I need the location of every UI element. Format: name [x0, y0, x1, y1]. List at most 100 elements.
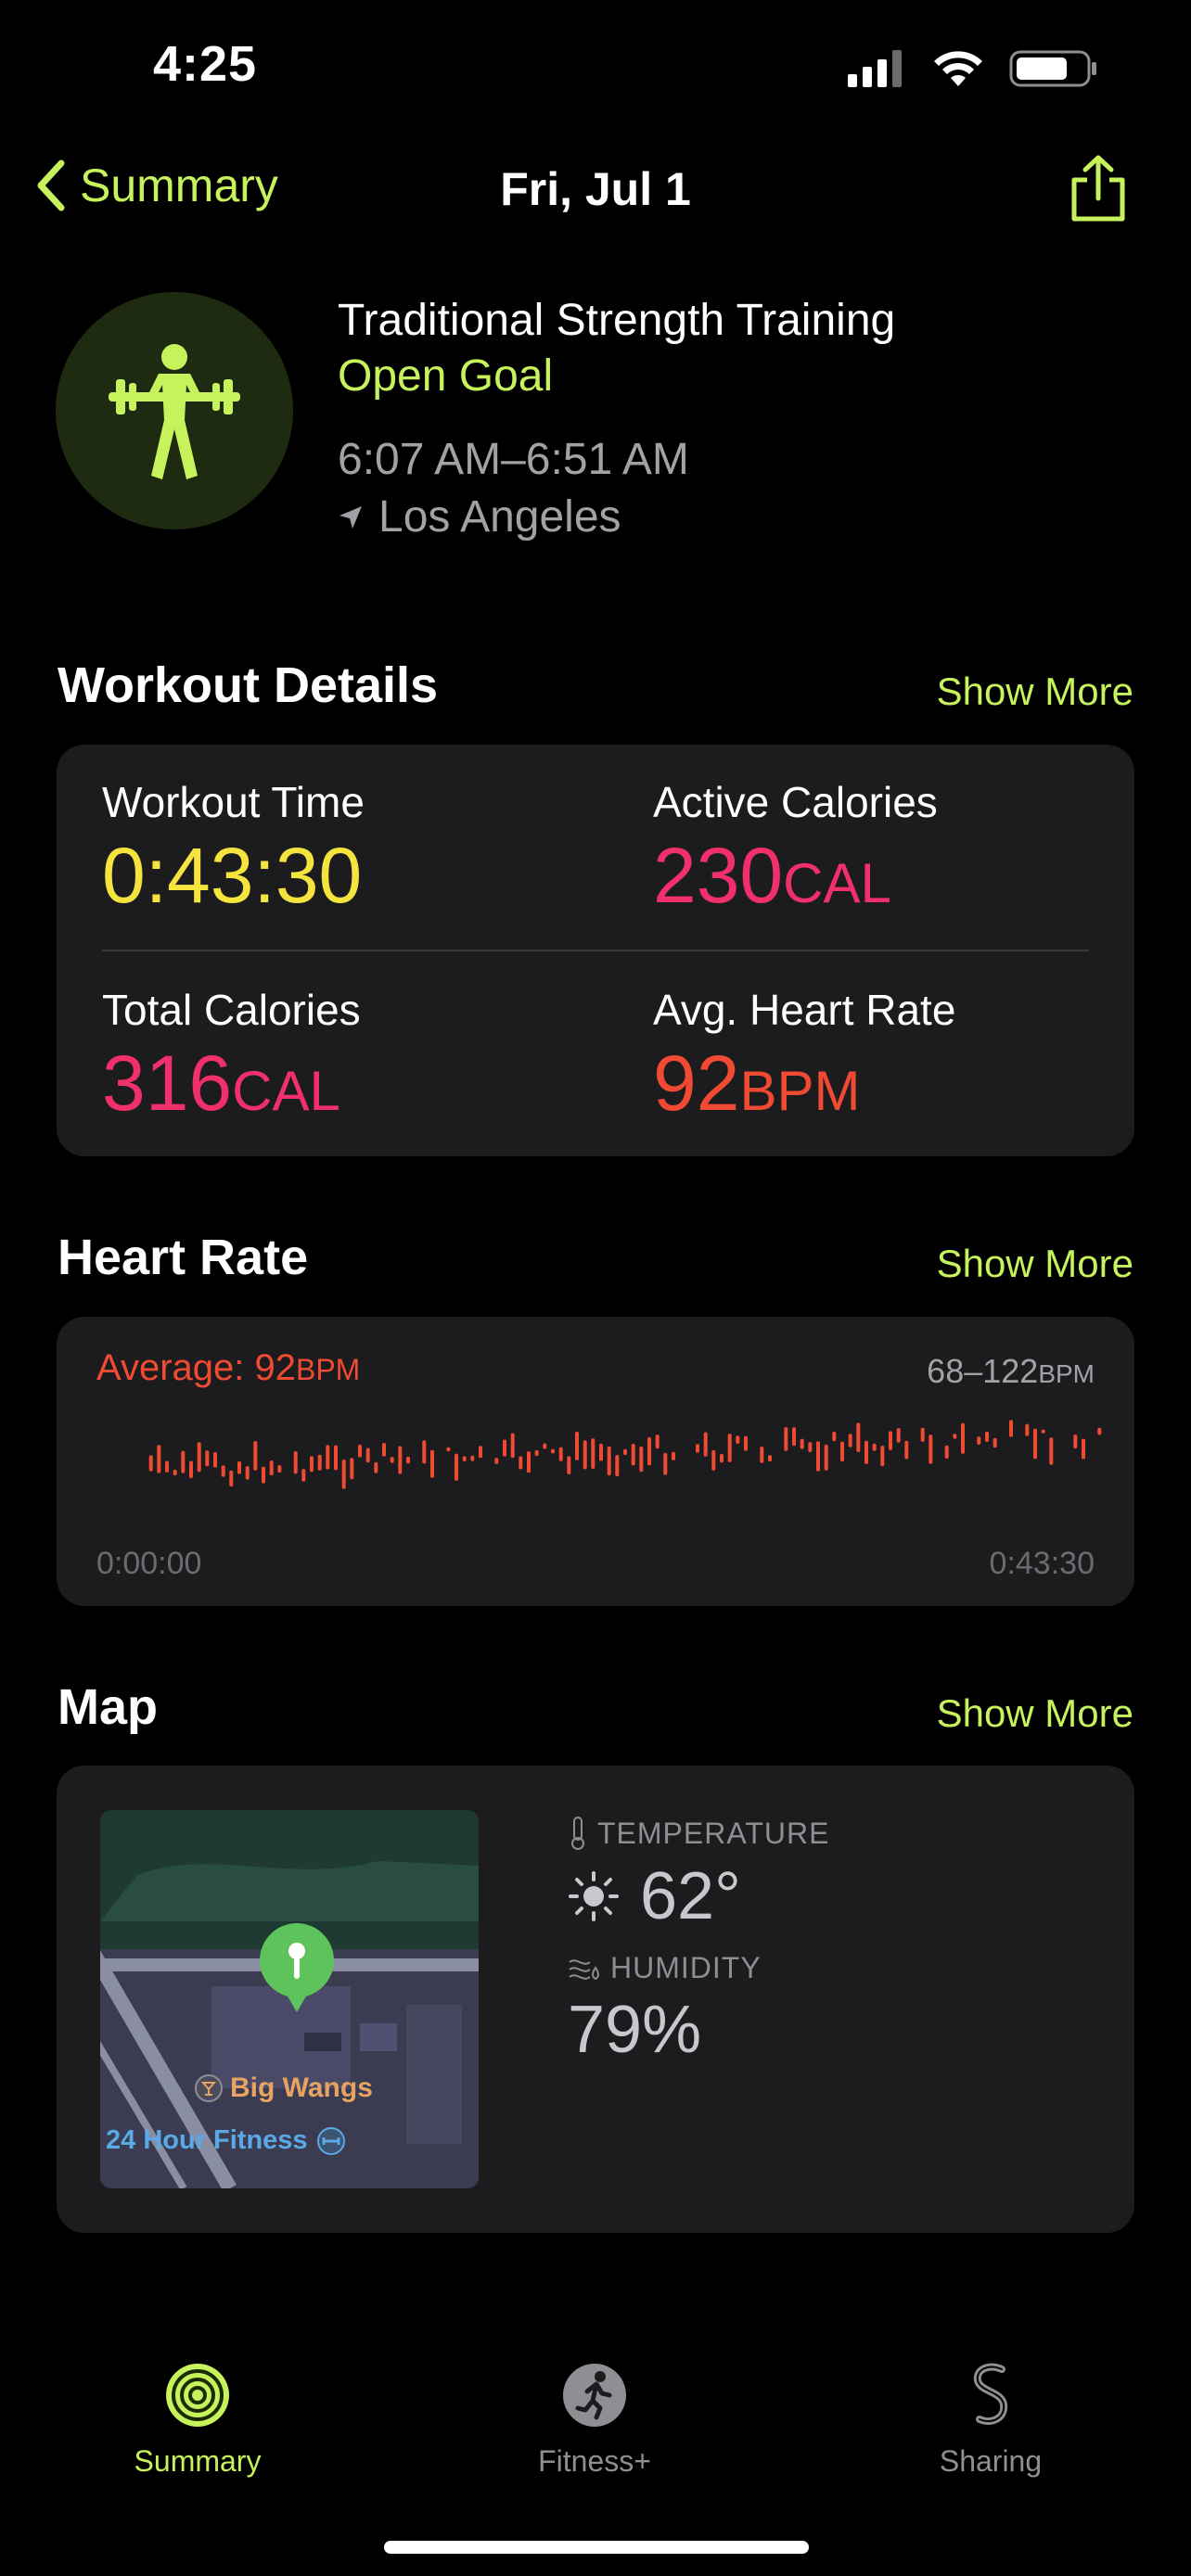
- bar-icon: [195, 2074, 223, 2102]
- heart-rate-sample: [889, 1431, 892, 1450]
- heart-rate-sample: [760, 1447, 764, 1463]
- share-button[interactable]: [1069, 154, 1128, 229]
- map-poi-1-label: Big Wangs: [230, 2072, 373, 2103]
- heart-rate-sample: [599, 1443, 603, 1461]
- heart-rate-average-unit: BPM: [295, 1353, 361, 1386]
- heart-rate-sample: [293, 1451, 298, 1474]
- heart-rate-sample: [768, 1455, 772, 1462]
- heart-rate-sample: [655, 1435, 660, 1449]
- workout-time-label: Workout Time: [102, 778, 365, 826]
- total-calories-unit: CAL: [232, 1060, 340, 1122]
- heart-rate-end-time: 0:43:30: [989, 1546, 1095, 1581]
- workout-location: Los Angeles: [338, 491, 621, 542]
- heart-rate-sample: [696, 1444, 699, 1453]
- tab-fitness-plus[interactable]: Fitness+: [455, 2360, 734, 2479]
- workout-type-badge: [56, 292, 293, 529]
- active-calories-label: Active Calories: [653, 778, 938, 826]
- heart-rate-sample: [503, 1439, 506, 1457]
- heart-rate-sample: [510, 1433, 515, 1459]
- map-poi-2[interactable]: 24 Hour Fitness: [106, 2125, 347, 2156]
- heart-rate-sample: [904, 1440, 909, 1460]
- heart-rate-average-value: Average: 92: [96, 1347, 296, 1388]
- heart-rate-chart: [148, 1420, 1102, 1489]
- heart-rate-sample: [623, 1448, 627, 1456]
- heart-rate-sample: [189, 1460, 193, 1479]
- heart-rate-sample: [872, 1443, 877, 1451]
- workout-details-heading: Workout Details: [58, 657, 439, 713]
- heart-rate-sample: [896, 1428, 901, 1443]
- heart-rate-sample: [181, 1450, 186, 1473]
- heart-rate-sample: [816, 1441, 820, 1472]
- heart-rate-range-value: 68–122: [927, 1352, 1039, 1390]
- heart-rate-sample: [430, 1449, 434, 1478]
- heart-rate-sample: [551, 1448, 555, 1454]
- workout-map[interactable]: Big Wangs 24 Hour Fitness: [100, 1810, 479, 2188]
- map-poi-1[interactable]: Big Wangs: [195, 2072, 373, 2104]
- heart-rate-start-time: 0:00:00: [96, 1546, 202, 1581]
- heart-rate-sample: [527, 1451, 531, 1473]
- heart-rate-sample: [1073, 1435, 1078, 1449]
- map-pin[interactable]: [258, 1921, 336, 2019]
- details-divider: [102, 950, 1089, 951]
- heart-rate-sample: [961, 1422, 965, 1454]
- home-indicator: [384, 2541, 809, 2554]
- heart-rate-sample: [1049, 1437, 1054, 1465]
- temperature-label-row: TEMPERATURE: [568, 1816, 829, 1851]
- heart-rate-sample: [848, 1434, 852, 1447]
- heart-rate-show-more[interactable]: Show More: [937, 1242, 1133, 1286]
- heart-rate-sample: [334, 1445, 338, 1471]
- heart-rate-sample: [615, 1455, 620, 1477]
- heart-rate-sample: [920, 1427, 925, 1442]
- heart-rate-sample: [262, 1466, 265, 1484]
- details-show-more[interactable]: Show More: [937, 670, 1133, 714]
- heart-rate-sample: [157, 1445, 161, 1473]
- heart-rate-sample: [1009, 1420, 1013, 1437]
- total-calories-stat: Total Calories 316CAL: [102, 985, 361, 1129]
- heart-rate-range-unit: BPM: [1038, 1359, 1095, 1388]
- map-show-more[interactable]: Show More: [937, 1691, 1133, 1736]
- heart-rate-sample: [864, 1440, 868, 1464]
- tab-summary-label: Summary: [134, 2444, 262, 2478]
- tab-summary[interactable]: Summary: [58, 2360, 337, 2479]
- thermometer-icon: [571, 1817, 584, 1850]
- avg-heart-rate-unit: BPM: [739, 1060, 861, 1122]
- heart-rate-sample: [928, 1435, 933, 1464]
- heart-rate-sample: [301, 1469, 306, 1482]
- heart-rate-sample: [647, 1436, 651, 1466]
- heart-rate-sample: [350, 1458, 354, 1480]
- heart-rate-sample: [422, 1440, 427, 1464]
- heart-rate-sample: [744, 1435, 748, 1451]
- heart-rate-heading: Heart Rate: [58, 1230, 309, 1285]
- heart-rate-sample: [977, 1436, 981, 1445]
- map-poi-2-label: 24 Hour Fitness: [106, 2125, 308, 2155]
- heart-rate-sample: [944, 1445, 949, 1460]
- battery-icon: [1009, 50, 1096, 87]
- heart-rate-sample: [808, 1442, 813, 1452]
- location-arrow-icon: [339, 505, 362, 529]
- tab-sharing[interactable]: Sharing: [852, 2360, 1130, 2479]
- heart-rate-sample: [358, 1444, 362, 1458]
- temperature-value-row: 62°: [568, 1858, 741, 1934]
- temperature-label: TEMPERATURE: [597, 1816, 830, 1850]
- active-calories-unit: CAL: [783, 852, 891, 914]
- heart-rate-sample: [727, 1434, 732, 1462]
- heart-rate-sample: [792, 1427, 796, 1447]
- map-heading: Map: [58, 1679, 158, 1735]
- heart-rate-sample: [173, 1469, 177, 1476]
- cellular-signal-icon: [848, 50, 902, 87]
- heart-rate-sample: [165, 1460, 169, 1473]
- wifi-icon: [934, 51, 982, 86]
- workout-title: Traditional Strength Training: [338, 296, 896, 345]
- active-calories-stat: Active Calories 230CAL: [653, 777, 938, 921]
- heart-rate-sample: [245, 1466, 250, 1480]
- heart-rate-sample: [277, 1465, 282, 1473]
- heart-rate-sample: [446, 1447, 451, 1452]
- heart-rate-sample: [197, 1442, 201, 1473]
- heart-rate-sample: [543, 1443, 547, 1449]
- location-label: Los Angeles: [378, 492, 621, 542]
- humidity-icon: [569, 1958, 599, 1980]
- humidity-label-row: HUMIDITY: [568, 1951, 762, 1985]
- share-icon: [1071, 155, 1125, 222]
- heart-rate-sample: [591, 1438, 596, 1470]
- active-calories-value-wrap: 230CAL: [653, 831, 938, 921]
